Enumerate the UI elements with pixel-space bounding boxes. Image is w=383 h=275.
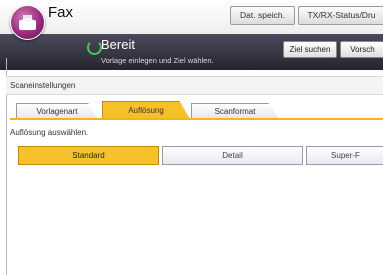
instruction-text: Auflösung auswählen. — [10, 128, 89, 137]
tab-underline — [10, 118, 383, 120]
preview-button[interactable]: Vorsch — [340, 41, 383, 58]
status-subtitle: Vorlage einlegen und Ziel wählen. — [101, 56, 214, 65]
save-data-button[interactable]: Dat. speich. — [230, 6, 295, 25]
resolution-detail-button[interactable]: Detail — [162, 146, 303, 165]
tab-resolution[interactable]: Auflösung — [102, 101, 190, 119]
fax-app-icon — [10, 5, 45, 40]
status-title: Bereit — [101, 37, 135, 52]
fax-screen: Fax Dat. speich. TX/RX-Status/Dru Bereit… — [0, 0, 383, 275]
tab-scan-size[interactable]: Scanformat — [191, 103, 279, 119]
tab-original-type[interactable]: Vorlagenart — [16, 103, 98, 119]
search-destination-button[interactable]: Ziel suchen — [283, 41, 337, 58]
section-title: Scaneinstellungen — [10, 81, 76, 90]
ready-status-icon — [87, 40, 102, 55]
resolution-super-fine-button[interactable]: Super-F — [306, 146, 383, 165]
app-title: Fax — [48, 4, 74, 21]
resolution-standard-button[interactable]: Standard — [18, 146, 159, 165]
tx-rx-status-button[interactable]: TX/RX-Status/Dru — [298, 6, 383, 25]
